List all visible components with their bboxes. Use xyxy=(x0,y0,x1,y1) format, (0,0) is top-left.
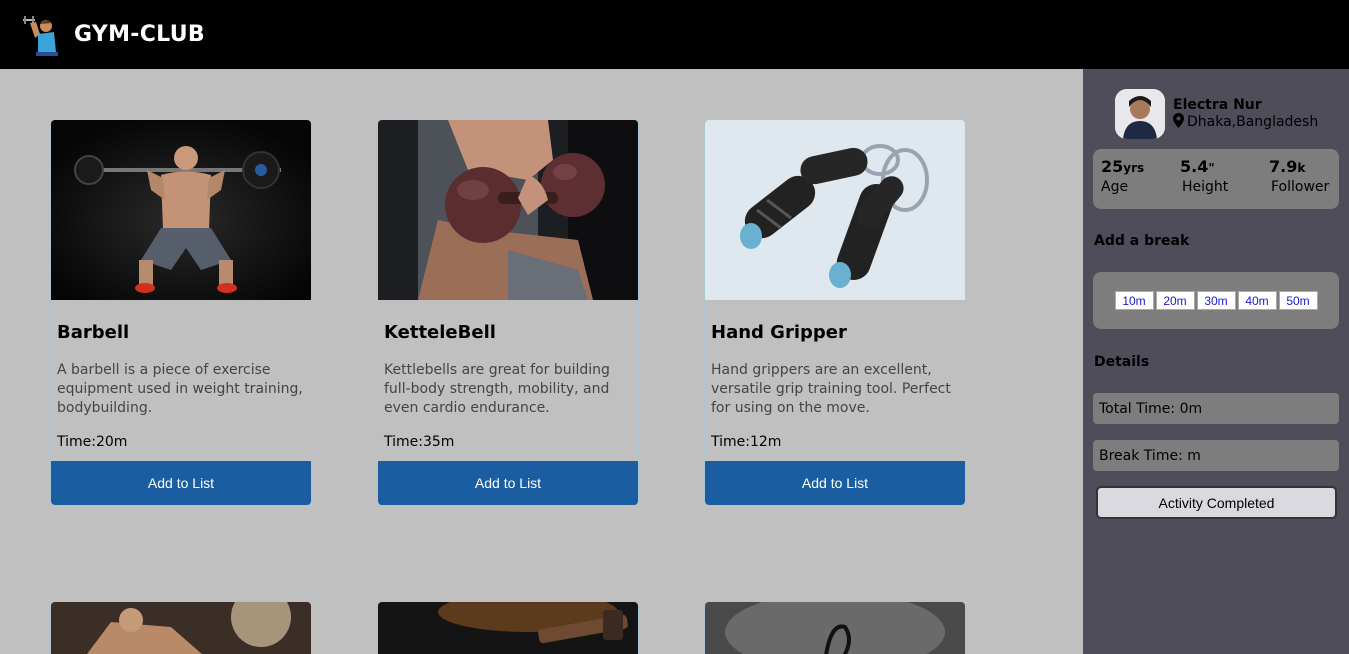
break-options: 10m 20m 30m 40m 50m xyxy=(1093,272,1339,329)
stat-value: 25 xyxy=(1101,157,1124,176)
break-button-40m[interactable]: 40m xyxy=(1237,291,1277,310)
stat-label: Age xyxy=(1101,179,1129,195)
card-description: Kettlebells are great for building full-… xyxy=(384,362,610,416)
pushup-image xyxy=(51,602,311,654)
break-button-10m[interactable]: 10m xyxy=(1114,291,1154,310)
stat-unit: " xyxy=(1208,161,1215,175)
exercise-card-partial xyxy=(377,601,639,654)
jump-rope-image xyxy=(705,602,965,654)
stat-label: Height xyxy=(1182,179,1229,195)
hand-gripper-image xyxy=(705,120,965,300)
fitness-poster-image xyxy=(378,602,638,654)
add-to-list-button[interactable]: Add to List xyxy=(705,461,965,505)
exercise-card-hand-gripper: Hand Gripper Hand grippers are an excell… xyxy=(704,119,966,506)
stat-label: Follower xyxy=(1271,179,1330,195)
card-time: Time:12m xyxy=(711,434,782,450)
stat-follower: 7.9k Follower xyxy=(1269,157,1329,195)
exercise-grid: Barbell A barbell is a piece of exercise… xyxy=(0,69,1083,654)
activity-completed-button[interactable]: Activity Completed xyxy=(1096,486,1337,519)
exercise-card-partial xyxy=(50,601,312,654)
total-time: Total Time: 0m xyxy=(1093,393,1339,424)
stat-value: 7.9 xyxy=(1269,157,1298,176)
card-time: Time:20m xyxy=(57,434,128,450)
exercise-card-partial xyxy=(704,601,966,654)
avatar xyxy=(1115,89,1165,139)
break-button-30m[interactable]: 30m xyxy=(1196,291,1236,310)
stat-age: 25yrs Age xyxy=(1101,157,1144,195)
add-break-heading: Add a break xyxy=(1094,233,1190,249)
details-heading: Details xyxy=(1094,354,1150,370)
profile-location: Dhaka,Bangladesh xyxy=(1173,112,1319,132)
profile-sidebar: Electra Nur Dhaka,Bangladesh 25yrs Age 5… xyxy=(1083,69,1349,654)
map-pin-icon xyxy=(1173,112,1184,132)
barbell-image xyxy=(51,120,311,300)
card-description: Hand grippers are an excellent, versatil… xyxy=(711,362,951,416)
break-time: Break Time: m xyxy=(1093,440,1339,471)
stat-unit: k xyxy=(1297,161,1306,175)
location-text: Dhaka,Bangladesh xyxy=(1187,114,1319,130)
brand-title[interactable]: GYM-CLUB xyxy=(74,22,205,47)
weightlifter-icon[interactable] xyxy=(22,14,64,56)
stat-value: 5.4 xyxy=(1180,157,1209,176)
stat-height: 5.4" Height xyxy=(1180,157,1228,195)
break-button-20m[interactable]: 20m xyxy=(1155,291,1195,310)
profile-name: Electra Nur xyxy=(1173,96,1262,113)
top-navbar: GYM-CLUB xyxy=(0,0,1349,69)
break-button-50m[interactable]: 50m xyxy=(1278,291,1318,310)
kettlebell-image xyxy=(378,120,638,300)
exercise-card-kettlebell: KetteleBell Kettlebells are great for bu… xyxy=(377,119,639,506)
stats-panel: 25yrs Age 5.4" Height 7.9k Follower xyxy=(1093,149,1339,209)
stat-unit: yrs xyxy=(1123,161,1145,175)
card-title: KetteleBell xyxy=(384,322,496,343)
card-time: Time:35m xyxy=(384,434,455,450)
card-title: Barbell xyxy=(57,322,130,343)
card-description: A barbell is a piece of exercise equipme… xyxy=(57,362,303,416)
add-to-list-button[interactable]: Add to List xyxy=(51,461,311,505)
card-title: Hand Gripper xyxy=(711,322,847,343)
exercise-card-barbell: Barbell A barbell is a piece of exercise… xyxy=(50,119,312,506)
profile-header: Electra Nur Dhaka,Bangladesh xyxy=(1115,89,1318,139)
add-to-list-button[interactable]: Add to List xyxy=(378,461,638,505)
